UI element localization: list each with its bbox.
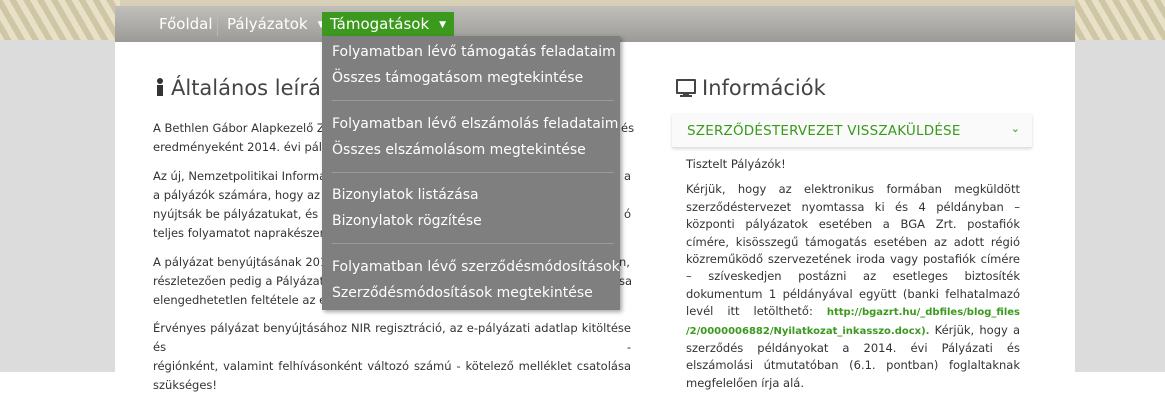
- menu-divider: [332, 100, 614, 101]
- text-span: levél itt letölthető:: [686, 304, 813, 319]
- section-title-text: Információk: [702, 76, 826, 100]
- menu-item-active-contract-modifications[interactable]: Folyamatban lévő szerződésmódosítások: [332, 259, 620, 275]
- menu-item-active-support-tasks[interactable]: Folyamatban lévő támogatás feladataim: [332, 44, 616, 60]
- greeting: Tisztelt Pályázók!: [686, 157, 786, 171]
- text-line: közreműködő szervezetének iroda vagy pos…: [686, 252, 1020, 267]
- nav-item-label: Főoldal: [159, 15, 213, 33]
- section-title-general: Általános leírás: [155, 76, 332, 100]
- menu-item-all-supports[interactable]: Összes támogatásom megtekintése: [332, 70, 583, 86]
- menu-item-active-settlement-tasks[interactable]: Folyamatban lévő elszámolás feladataim: [332, 116, 618, 132]
- menu-item-record-vouchers[interactable]: Bizonylatok rögzítése: [332, 213, 482, 229]
- text-line: Érvényes pályázat benyújtásához NIR regi…: [153, 321, 631, 354]
- text-fragment: n,: [619, 255, 630, 269]
- accordion-header[interactable]: SZERZŐDÉSTERVEZET VISSZAKÜLDÉSE ⌄: [672, 114, 1032, 148]
- text-fragment: és: [621, 121, 635, 135]
- text-fragment: sa: [619, 274, 633, 288]
- text-line: megfelelően írja alá.: [686, 375, 804, 390]
- accordion-body: Tisztelt Pályázók! Kérjük, hogy az elekt…: [686, 156, 1020, 392]
- chevron-down-icon[interactable]: ⌄: [1011, 122, 1020, 135]
- text-line: Kérjük, hogy az elektronikus formában me…: [686, 182, 1020, 197]
- text-span: Kérjük, hogy a: [934, 322, 1020, 337]
- text-line: szerződéstervezet nyomtassa ki és 4 péld…: [686, 199, 1020, 214]
- menu-item-list-vouchers[interactable]: Bizonylatok listázása: [332, 187, 479, 203]
- text-line: címére, kisösszegű támogatás esetében az…: [686, 234, 1020, 249]
- banner-decoration-right: [1075, 0, 1165, 44]
- chevron-down-icon: ▼: [439, 19, 447, 30]
- text-line: elszámolási útmutatóban (6.1. pontban) f…: [686, 358, 1020, 373]
- section-title-text: Általános leírás: [171, 76, 332, 100]
- nav-item-tamogatasok[interactable]: Támogatások ▼: [322, 12, 455, 36]
- banner-decoration-left: [0, 0, 120, 44]
- text-line: központi pályázatok esetében a BGA Zrt. …: [686, 217, 1020, 232]
- download-link-continued[interactable]: /2/0000006882/Nyilatkozat_inkasszo.docx)…: [686, 326, 929, 337]
- page-margin-right: [1075, 40, 1165, 372]
- text-fragment: ó: [624, 207, 632, 221]
- nav-item-fooldal[interactable]: Főoldal: [151, 12, 221, 36]
- info-icon: [155, 77, 165, 97]
- text-fragment: a: [624, 169, 632, 183]
- menu-divider: [332, 172, 614, 173]
- text-line: – szíveskedjen postázni az esetleges biz…: [686, 269, 1020, 284]
- nav-item-palyazatok[interactable]: Pályázatok▼: [219, 12, 333, 36]
- text-line: szerződés példányokat a 2014. évi Pályáz…: [686, 341, 1020, 356]
- text-line: dokumentum 1 példányával együtt (banki f…: [686, 286, 1020, 301]
- page-margin-left: [0, 40, 115, 372]
- text-line: régiónként, valamint felhívásonként vált…: [153, 359, 631, 373]
- nav-separator: [217, 14, 218, 36]
- text-line: levél itt letölthető: http://bgazrt.hu/_…: [686, 303, 1020, 321]
- paragraph: Érvényes pályázat benyújtásához NIR regi…: [153, 319, 631, 395]
- menu-item-view-contract-modifications[interactable]: Szerződésmódosítások megtekintése: [332, 285, 593, 301]
- nav-item-label: Pályázatok: [227, 15, 308, 33]
- menu-item-all-settlements[interactable]: Összes elszámolásom megtekintése: [332, 142, 586, 158]
- text-line: szükséges!: [153, 378, 218, 392]
- tamogatasok-dropdown-menu: Folyamatban lévő támogatás feladataim Ös…: [322, 36, 620, 310]
- section-title-info: Információk: [676, 76, 826, 100]
- download-link[interactable]: http://bgazrt.hu/_dbfiles/blog_files: [827, 307, 1020, 318]
- monitor-icon: [676, 79, 696, 97]
- text-line: /2/0000006882/Nyilatkozat_inkasszo.docx)…: [686, 322, 1020, 340]
- nav-item-label: Támogatások: [330, 15, 430, 33]
- menu-divider: [332, 243, 614, 244]
- accordion-title: SZERZŐDÉSTERVEZET VISSZAKÜLDÉSE: [687, 123, 961, 139]
